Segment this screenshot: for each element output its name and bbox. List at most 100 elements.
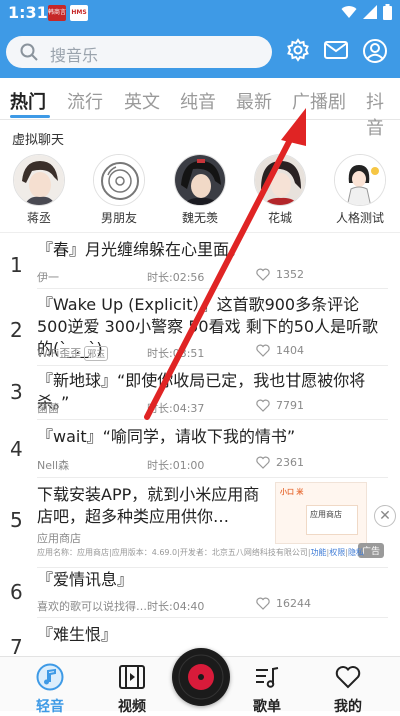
avatar xyxy=(254,154,306,206)
row-divider xyxy=(37,365,388,366)
now-playing-disc[interactable] xyxy=(172,648,230,706)
nav-label: 歌单 xyxy=(253,699,281,715)
song-author[interactable]: 喜欢的歌可以说找得… xyxy=(37,598,147,614)
divider xyxy=(0,232,400,233)
like-button[interactable]: 7791 xyxy=(256,399,304,412)
song-title: 『难生恨』 xyxy=(37,625,118,644)
search-input[interactable]: 搜音乐 xyxy=(6,36,272,68)
ad-image-brand: 小口 米 xyxy=(280,488,304,496)
avatar xyxy=(174,154,226,206)
active-tab-indicator xyxy=(10,115,50,118)
ad-image[interactable]: 小口 米 应用商店 xyxy=(275,482,367,544)
song-author[interactable]: Nell森 xyxy=(37,457,69,473)
battery-icon xyxy=(383,4,392,20)
heart-icon xyxy=(256,597,270,610)
ad-source: 应用商店 xyxy=(37,532,81,545)
tab-douyin[interactable]: 抖音 xyxy=(366,88,400,140)
song-duration: 时长:04:40 xyxy=(147,600,205,613)
like-count: 1404 xyxy=(276,344,304,357)
ad-rank: 5 xyxy=(10,508,23,532)
tab-radio-drama[interactable]: 广播剧 xyxy=(292,88,346,114)
song-author-group: WiFi歪歪 邪玉 xyxy=(37,345,109,361)
song-title: 『wait』“喻同学，请收下我的情书” xyxy=(37,427,296,446)
avatar-name: 男朋友 xyxy=(100,211,137,225)
tab-english[interactable]: 英文 xyxy=(124,88,160,114)
song-title: 『新地球』“即使你收局已定，我也甘愿被你将杀。” xyxy=(37,371,366,412)
gear-icon[interactable] xyxy=(286,38,310,62)
ad-image-caption: 应用商店 xyxy=(310,510,342,519)
song-rank: 3 xyxy=(10,380,23,404)
system-icons xyxy=(341,4,392,20)
ad-link-permissions[interactable]: 权限 xyxy=(329,548,345,557)
playlist-icon xyxy=(256,667,279,688)
nav-video[interactable]: 视频 xyxy=(102,663,162,716)
song-author[interactable]: WiFi歪歪 xyxy=(37,347,81,360)
status-bar: 1:31 韩商言 HMS xyxy=(0,0,400,26)
mail-icon[interactable] xyxy=(323,38,349,62)
tab-hot[interactable]: 热门 xyxy=(10,88,46,114)
ad-title: 下载安装APP，就到小米应用商店吧，超多种类应用供你… xyxy=(37,485,260,526)
search-icon xyxy=(20,43,38,61)
row-divider xyxy=(37,419,388,420)
heart-icon xyxy=(256,456,270,469)
song-author[interactable]: 伊一 xyxy=(37,269,59,285)
vinyl-record-icon xyxy=(93,154,145,206)
song-author[interactable]: 菌菌 xyxy=(37,400,59,416)
song-rank: 2 xyxy=(10,318,23,342)
heart-icon xyxy=(256,344,270,357)
heart-icon xyxy=(256,268,270,281)
like-button[interactable]: 2361 xyxy=(256,456,304,469)
avatar-name: 花城 xyxy=(267,211,292,225)
like-count: 2361 xyxy=(276,456,304,469)
ad-footer: 应用名称：应用商店|应用版本：4.69.0|开发者：北京五八网络科技有限公司|功… xyxy=(37,548,364,557)
tab-instrumental[interactable]: 纯音 xyxy=(180,88,216,114)
nav-playlist[interactable]: 歌单 xyxy=(237,663,297,716)
song-title: 『爱情讯息』 xyxy=(37,570,134,589)
virtual-chat-item[interactable]: 男朋友 xyxy=(88,154,150,226)
row-divider xyxy=(37,567,388,568)
profile-icon[interactable] xyxy=(362,38,388,64)
vinyl-disc-icon xyxy=(174,650,228,704)
ad-link-privacy[interactable]: 隐私 xyxy=(348,548,364,557)
nav-mine[interactable]: 我的 xyxy=(318,663,378,716)
like-button[interactable]: 1404 xyxy=(256,344,304,357)
song-rank: 1 xyxy=(10,253,23,277)
signal-icon xyxy=(363,5,377,19)
personality-test-icon xyxy=(334,154,386,206)
nav-label: 我的 xyxy=(334,699,362,715)
song-rank: 4 xyxy=(10,437,23,461)
music-note-icon xyxy=(36,663,64,691)
avatar-name: 人格测试 xyxy=(335,211,384,225)
song-title: 『春』月光缠绵躲在心里面。 xyxy=(37,240,246,259)
virtual-chat-item[interactable]: 花城 xyxy=(249,154,311,226)
nav-label: 轻音 xyxy=(36,699,64,715)
song-duration: 时长:03:51 xyxy=(147,347,205,360)
virtual-chat-item[interactable]: 蒋丞 xyxy=(8,154,70,226)
heart-icon xyxy=(335,666,361,689)
like-count: 16244 xyxy=(276,597,311,610)
avatar xyxy=(13,154,65,206)
song-duration: 时长:04:37 xyxy=(147,402,205,415)
author-tag: 邪玉 xyxy=(84,346,109,361)
avatar-name: 蒋丞 xyxy=(26,211,51,225)
virtual-chat-title: 虚拟聊天 xyxy=(12,133,65,148)
close-ad-button[interactable]: ✕ xyxy=(374,505,396,527)
song-duration: 时长:02:56 xyxy=(147,271,205,284)
tab-pop[interactable]: 流行 xyxy=(67,88,103,114)
app-header: 搜音乐 xyxy=(0,26,400,78)
search-placeholder: 搜音乐 xyxy=(50,46,99,65)
like-count: 1352 xyxy=(276,268,304,281)
notification-icon: 韩商言 xyxy=(48,5,66,21)
song-rank: 6 xyxy=(10,580,23,604)
nav-light-music[interactable]: 轻音 xyxy=(20,663,80,716)
like-button[interactable]: 16244 xyxy=(256,597,311,610)
heart-icon xyxy=(256,399,270,412)
virtual-chat-item[interactable]: 人格测试 xyxy=(329,154,391,226)
tab-newest[interactable]: 最新 xyxy=(236,88,272,114)
wifi-icon xyxy=(341,6,357,19)
like-button[interactable]: 1352 xyxy=(256,268,304,281)
status-time: 1:31 xyxy=(8,3,48,22)
ad-link-features[interactable]: 功能 xyxy=(311,548,327,557)
virtual-chat-item[interactable]: 魏无羡 xyxy=(169,154,231,226)
category-tabs: 热门 流行 英文 纯音 最新 广播剧 抖音 xyxy=(0,78,400,139)
